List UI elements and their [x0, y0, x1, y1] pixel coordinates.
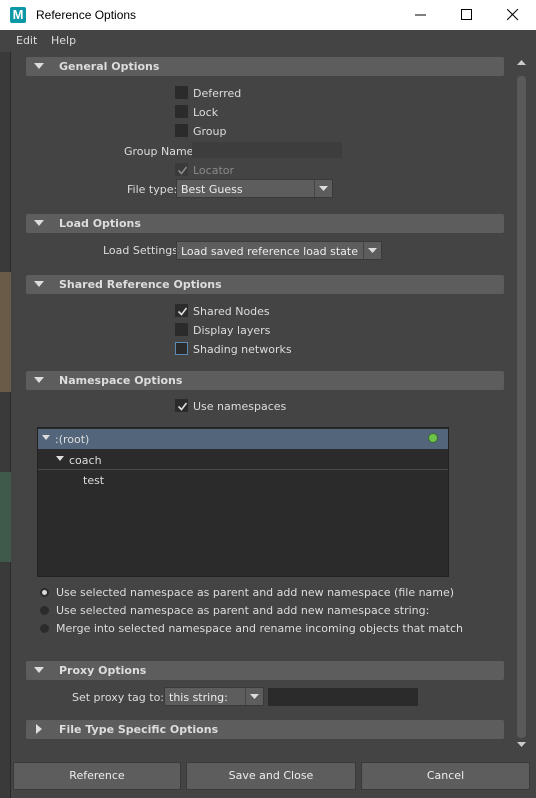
maximize-icon [461, 9, 472, 20]
viewport-scrap [0, 272, 11, 392]
section-title: Shared Reference Options [59, 278, 222, 291]
section-namespace-options[interactable]: Namespace Options [26, 371, 504, 390]
shading-networks-label: Shading networks [193, 343, 292, 356]
proxy-tag-mode-value: this string: [169, 691, 228, 704]
lock-label: Lock [193, 106, 219, 119]
viewport-scrap [0, 472, 11, 562]
load-settings-label: Load Settings [103, 244, 179, 257]
menu-edit[interactable]: Edit [16, 34, 37, 47]
menu-help[interactable]: Help [51, 34, 76, 47]
section-title: Namespace Options [59, 374, 183, 387]
checkmark-icon [177, 166, 188, 175]
group-name-field[interactable] [192, 142, 342, 158]
tree-row-root[interactable]: :(root) [38, 429, 448, 449]
status-dot-icon [428, 433, 438, 443]
background-viewport-edge [0, 52, 11, 798]
dropdown-arrow-icon [250, 694, 259, 699]
dropdown-arrow-icon [368, 248, 377, 253]
cancel-button[interactable]: Cancel [361, 762, 530, 790]
scroll-down-icon[interactable] [517, 742, 526, 748]
locator-checkbox[interactable] [175, 163, 188, 176]
namespace-tree[interactable]: :(root) coach test [37, 427, 449, 577]
menu-bar: Edit Help [0, 30, 536, 52]
radio-add-namespace-string-label: Use selected namespace as parent and add… [56, 604, 430, 617]
scroll-thumb[interactable] [517, 76, 526, 738]
deferred-label: Deferred [193, 87, 242, 100]
minimize-button[interactable] [398, 0, 444, 30]
tree-row-test[interactable]: test [38, 470, 448, 490]
section-title: General Options [59, 60, 160, 73]
section-load-options[interactable]: Load Options [26, 214, 504, 233]
radio-merge-namespace[interactable] [40, 624, 49, 633]
deferred-checkbox[interactable] [175, 86, 188, 99]
tree-label-root: :(root) [55, 433, 90, 446]
shared-nodes-label: Shared Nodes [193, 305, 270, 318]
section-file-type-specific-options[interactable]: File Type Specific Options [26, 720, 504, 739]
maya-app-icon: M [10, 7, 26, 23]
maximize-button[interactable] [444, 0, 490, 30]
section-title: Proxy Options [59, 664, 147, 677]
checkmark-icon [177, 307, 188, 316]
title-bar: M Reference Options [0, 0, 536, 30]
load-settings-dropdown[interactable]: Load saved reference load state [176, 241, 382, 260]
use-namespaces-checkbox[interactable] [175, 399, 188, 412]
proxy-tag-mode-dropdown[interactable]: this string: [164, 687, 264, 706]
section-proxy-options[interactable]: Proxy Options [26, 661, 504, 680]
section-general-options[interactable]: General Options [26, 57, 504, 76]
radio-add-namespace-string[interactable] [40, 606, 49, 615]
display-layers-label: Display layers [193, 324, 271, 337]
dropdown-arrow-icon [319, 186, 328, 191]
radio-merge-namespace-label: Merge into selected namespace and rename… [56, 622, 463, 635]
expand-arrow-icon [56, 456, 64, 461]
shared-nodes-checkbox[interactable] [175, 304, 188, 317]
lock-checkbox[interactable] [175, 105, 188, 118]
proxy-tag-string-field[interactable] [268, 688, 418, 706]
file-type-dropdown[interactable]: Best Guess [176, 179, 333, 198]
vertical-scrollbar[interactable] [512, 52, 530, 758]
tree-row-coach[interactable]: coach [38, 450, 448, 470]
group-checkbox[interactable] [175, 124, 188, 137]
minimize-icon [415, 14, 426, 16]
tree-label-test: test [83, 474, 105, 487]
expand-triangle-icon [36, 724, 42, 734]
display-layers-checkbox[interactable] [175, 323, 188, 336]
group-name-label: Group Name: [124, 145, 198, 158]
reference-button[interactable]: Reference [13, 762, 181, 790]
collapse-triangle-icon [34, 281, 44, 287]
load-settings-value: Load saved reference load state [181, 245, 359, 258]
close-icon [507, 9, 519, 21]
shading-networks-checkbox[interactable] [175, 342, 188, 355]
close-window-button[interactable] [490, 0, 536, 30]
options-panel: General Options Deferred Lock Group Grou… [12, 52, 512, 758]
proxy-tag-label: Set proxy tag to: [72, 691, 165, 704]
radio-add-filename-namespace-label: Use selected namespace as parent and add… [56, 586, 455, 599]
group-label: Group [193, 125, 227, 138]
collapse-triangle-icon [34, 63, 44, 69]
collapse-triangle-icon [34, 377, 44, 383]
section-shared-reference-options[interactable]: Shared Reference Options [26, 275, 504, 294]
tree-label-coach: coach [69, 454, 102, 467]
radio-add-filename-namespace[interactable] [40, 588, 49, 597]
file-type-label: File type: [127, 183, 178, 196]
section-title: File Type Specific Options [59, 723, 219, 736]
locator-label: Locator [193, 164, 235, 177]
file-type-value: Best Guess [181, 183, 243, 196]
save-and-close-button[interactable]: Save and Close [186, 762, 356, 790]
checkmark-icon [177, 402, 188, 411]
section-title: Load Options [59, 217, 141, 230]
collapse-triangle-icon [34, 220, 44, 226]
scroll-up-icon[interactable] [517, 60, 526, 66]
window-title: Reference Options [36, 8, 137, 22]
collapse-triangle-icon [34, 667, 44, 673]
expand-arrow-icon [42, 435, 50, 440]
use-namespaces-label: Use namespaces [193, 400, 287, 413]
